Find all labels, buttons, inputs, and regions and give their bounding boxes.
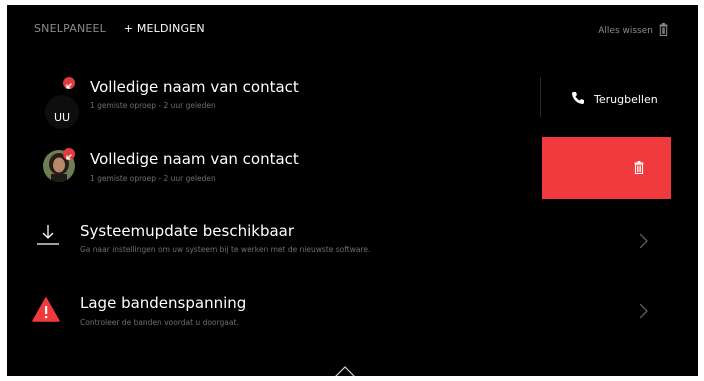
chevron-right-icon[interactable] [636,302,650,320]
notification-panel: SNELPANEEL + MELDINGEN Alles wissen UU V… [7,5,698,376]
warning-icon [32,297,60,326]
tab-quick-panel[interactable]: SNELPANEEL [34,22,106,35]
notification-title: Volledige naam van contact [90,150,299,168]
notification-title: Lage bandenspanning [80,294,247,312]
notification-subtitle: Controleer de banden voordat u doorgaat. [80,318,239,327]
notification-subtitle: 1 gemiste oproep - 2 uur geleden [90,101,216,110]
missed-call-badge-icon [63,148,75,160]
tab-notifications[interactable]: + MELDINGEN [124,22,205,35]
callback-label: Terugbellen [594,93,658,106]
notification-low-tire-pressure[interactable] [7,280,698,350]
download-icon [36,223,60,251]
chevron-up-icon[interactable] [334,363,356,376]
notification-title: Volledige naam van contact [90,78,299,96]
chevron-right-icon[interactable] [636,232,650,250]
notification-subtitle: Ga naar instellingen om uw systeem bij t… [80,245,371,254]
delete-button[interactable] [542,137,671,199]
notification-title: Systeemupdate beschikbaar [80,222,295,240]
divider [540,77,541,117]
trash-icon [659,23,668,39]
phone-icon [571,91,585,108]
notification-subtitle: 1 gemiste oproep - 2 uur geleden [90,174,216,183]
trash-icon [634,159,644,178]
header-tabs: SNELPANEEL + MELDINGEN [34,22,205,35]
clear-all-button[interactable]: Alles wissen [598,23,668,39]
avatar: UU [45,95,79,129]
clear-all-label: Alles wissen [598,26,653,36]
avatar-initials: UU [53,111,71,124]
missed-call-badge-icon [63,77,75,89]
callback-button[interactable]: Terugbellen [571,91,658,108]
